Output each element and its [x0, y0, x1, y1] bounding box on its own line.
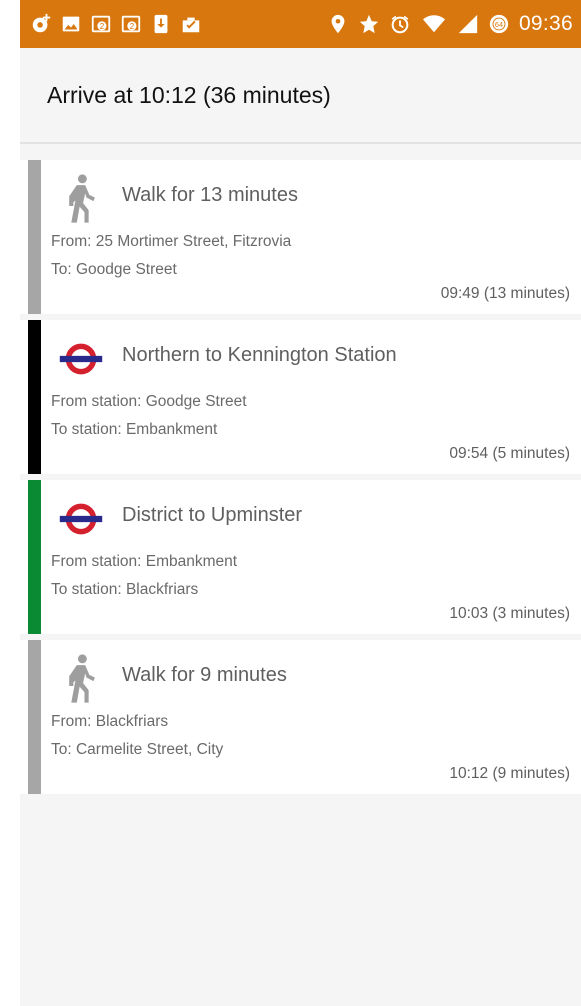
underground-roundel-icon — [59, 492, 103, 546]
leg-to: To: Carmelite Street, City — [51, 741, 224, 758]
leg-arrival-time: 09:49 (13 minutes) — [440, 285, 570, 302]
underground-roundel-icon — [59, 332, 103, 386]
download-icon — [150, 13, 172, 35]
wifi-icon — [420, 13, 448, 35]
location-pin-icon — [327, 13, 349, 35]
leg-from: From: 25 Mortimer Street, Fitzrovia — [51, 233, 292, 250]
leg-color-bar — [28, 480, 41, 634]
badge-number: 2 — [100, 22, 105, 31]
journey-leg-tube[interactable]: District to Upminster From station: Emba… — [20, 480, 581, 634]
leg-from: From station: Goodge Street — [51, 393, 247, 410]
leg-title: Northern to Kennington Station — [122, 344, 397, 366]
page-title: Arrive at 10:12 (36 minutes) — [47, 81, 331, 108]
leg-title: Walk for 9 minutes — [122, 664, 287, 686]
leg-color-bar — [28, 160, 41, 314]
leg-title: District to Upminster — [122, 504, 303, 526]
leg-color-bar — [28, 640, 41, 794]
leg-from: From: Blackfriars — [51, 713, 169, 730]
journey-leg-walk[interactable]: Walk for 13 minutes From: 25 Mortimer St… — [20, 160, 581, 314]
star-icon — [358, 13, 380, 35]
app-screen: 2 2 64 09:36 Arrive at 10:12 (36 minutes… — [20, 0, 581, 1006]
journey-leg-tube[interactable]: Northern to Kennington Station From stat… — [20, 320, 581, 474]
journey-legs-list: Walk for 13 minutes From: 25 Mortimer St… — [20, 144, 581, 794]
leg-color-bar — [28, 320, 41, 474]
walk-icon — [59, 652, 103, 706]
leg-arrival-time: 10:03 (3 minutes) — [449, 605, 570, 622]
image-icon — [60, 13, 82, 35]
alarm-icon — [389, 13, 411, 35]
leg-to: To: Goodge Street — [51, 261, 177, 278]
leg-to: To station: Blackfriars — [51, 581, 199, 598]
leg-from: From station: Embankment — [51, 553, 238, 570]
location-plus-icon — [30, 13, 52, 35]
leg-arrival-time: 09:54 (5 minutes) — [449, 445, 570, 462]
gallery-badge-icon: 2 — [120, 13, 142, 35]
walk-icon — [59, 172, 103, 226]
data-badge: 64 — [495, 20, 503, 29]
notification-icons: 2 2 — [30, 13, 202, 35]
system-icons: 64 09:36 — [327, 12, 573, 36]
signal-icon — [457, 13, 479, 35]
status-bar: 2 2 64 09:36 — [20, 0, 581, 48]
gallery-badge-icon: 2 — [90, 13, 112, 35]
leg-arrival-time: 10:12 (9 minutes) — [449, 765, 570, 782]
journey-header: Arrive at 10:12 (36 minutes) — [20, 48, 581, 144]
journey-leg-walk[interactable]: Walk for 9 minutes From: Blackfriars To:… — [20, 640, 581, 794]
leg-to: To station: Embankment — [51, 421, 218, 438]
data-saver-icon: 64 — [488, 13, 510, 35]
badge-number: 2 — [130, 22, 135, 31]
status-clock: 09:36 — [518, 12, 573, 35]
clipboard-check-icon — [180, 13, 202, 35]
leg-title: Walk for 13 minutes — [122, 184, 298, 206]
